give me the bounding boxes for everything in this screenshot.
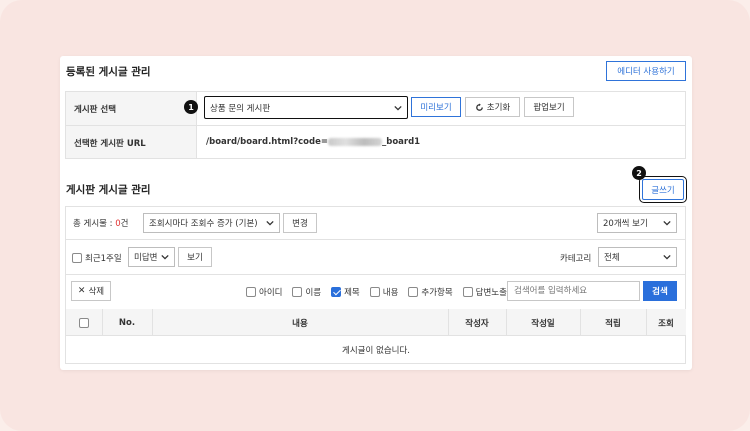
- filter-label: 내용: [382, 288, 399, 298]
- column-header-no: No.: [118, 317, 136, 328]
- sort-select-value: 조회시마다 조회수 증가 (기본): [149, 219, 258, 229]
- total-posts-unit: 건: [120, 219, 129, 229]
- filter-content[interactable]: 내용: [369, 286, 399, 298]
- filter-title[interactable]: 제목: [331, 286, 360, 298]
- chevron-down-icon: [663, 220, 671, 226]
- total-posts: 총 게시물 : 0건: [73, 217, 129, 229]
- board-select-dropdown[interactable]: 상품 문의 게시판: [204, 96, 408, 119]
- board-url-value: /board/board.html?code= _board1: [206, 137, 420, 147]
- row-divider: [66, 239, 685, 240]
- recent-week-label: 최근1주일: [85, 254, 122, 264]
- reset-button[interactable]: 초기화: [465, 97, 520, 117]
- chevron-down-icon: [663, 254, 671, 260]
- column-header-date: 작성일: [531, 318, 555, 329]
- row-divider: [66, 274, 685, 275]
- change-sort-button[interactable]: 변경: [283, 213, 317, 233]
- view-filter-button[interactable]: 보기: [178, 247, 212, 267]
- filter-checkbox[interactable]: [462, 287, 473, 297]
- filter-label: 답변노출: [475, 288, 507, 298]
- search-filter-group: 아이디 이름 제목 내용 추가항목 답변노출: [246, 286, 507, 298]
- board-select-value: 상품 문의 게시판: [210, 103, 271, 114]
- page-size-value: 20개씩 보기: [603, 219, 648, 229]
- step-marker-2: 2: [632, 166, 646, 180]
- page-size-select[interactable]: 20개씩 보기: [597, 213, 677, 233]
- category-select[interactable]: 전체: [598, 247, 677, 267]
- step-marker-1: 1: [184, 100, 198, 114]
- filter-answer[interactable]: 답변노출: [462, 286, 507, 298]
- popup-view-button[interactable]: 팝업보기: [524, 97, 574, 117]
- recent-week-checkbox[interactable]: [72, 253, 82, 263]
- registered-section-title: 등록된 게시글 관리: [66, 66, 151, 78]
- manage-section-title: 게시판 게시글 관리: [66, 184, 151, 196]
- board-url-suffix: _board1: [381, 137, 421, 147]
- search-input[interactable]: [507, 281, 640, 301]
- post-table-header: No. 내용 작성자 작성일 적립 조회: [66, 309, 686, 336]
- recent-week-filter[interactable]: 최근1주일: [72, 252, 122, 264]
- board-url-prefix: /board/board.html?code=: [206, 137, 328, 147]
- chevron-down-icon: [161, 254, 169, 260]
- answer-status-select[interactable]: 미답변: [128, 247, 175, 267]
- redacted-code-blur: [327, 138, 382, 146]
- write-post-button[interactable]: 글쓰기: [639, 176, 687, 203]
- category-select-value: 전체: [604, 253, 620, 263]
- total-posts-label: 총 게시물 :: [73, 219, 116, 229]
- filter-checkbox[interactable]: [369, 287, 380, 297]
- refresh-icon: [475, 102, 483, 111]
- reset-button-label: 초기화: [486, 103, 511, 113]
- column-header-views: 조회: [658, 318, 674, 329]
- sort-select[interactable]: 조회시마다 조회수 증가 (기본): [143, 213, 280, 233]
- preview-button[interactable]: 미리보기: [411, 97, 461, 117]
- filter-label: 제목: [344, 288, 360, 298]
- chevron-down-icon: [266, 220, 274, 226]
- filter-checkbox[interactable]: [246, 287, 256, 297]
- delete-button[interactable]: ✕ 삭제: [71, 281, 111, 301]
- filter-extra[interactable]: 추가항목: [408, 286, 453, 298]
- search-button[interactable]: 검색: [643, 281, 677, 301]
- chevron-down-icon: [394, 105, 402, 111]
- empty-table-message: 게시글이 없습니다.: [342, 346, 410, 356]
- filter-label: 추가항목: [421, 288, 453, 298]
- board-url-label: 선택한 게시판 URL: [74, 139, 146, 149]
- close-icon: ✕: [77, 286, 86, 296]
- filter-checkbox-checked[interactable]: [331, 287, 342, 297]
- board-select-label: 게시판 선택: [74, 105, 117, 115]
- editor-toggle-button[interactable]: 에디터 사용하기: [606, 61, 686, 81]
- column-header-content: 내용: [292, 318, 308, 329]
- filter-checkbox[interactable]: [408, 287, 419, 297]
- select-all-checkbox[interactable]: [79, 317, 89, 328]
- filter-checkbox[interactable]: [292, 287, 303, 297]
- filter-label: 이름: [305, 288, 322, 298]
- admin-panel: 등록된 게시글 관리 에디터 사용하기 게시판 선택 선택한 게시판 URL /…: [60, 56, 692, 370]
- delete-button-label: 삭제: [88, 287, 105, 297]
- category-label: 카테고리: [560, 254, 592, 264]
- row-divider: [66, 125, 685, 126]
- filter-name[interactable]: 이름: [292, 286, 321, 298]
- answer-status-value: 미답변: [134, 253, 158, 263]
- filter-label: 아이디: [259, 288, 283, 298]
- select-all-cell: [66, 309, 102, 336]
- column-header-author: 작성자: [465, 318, 489, 329]
- column-header-points: 적립: [605, 318, 621, 329]
- filter-id[interactable]: 아이디: [246, 286, 282, 298]
